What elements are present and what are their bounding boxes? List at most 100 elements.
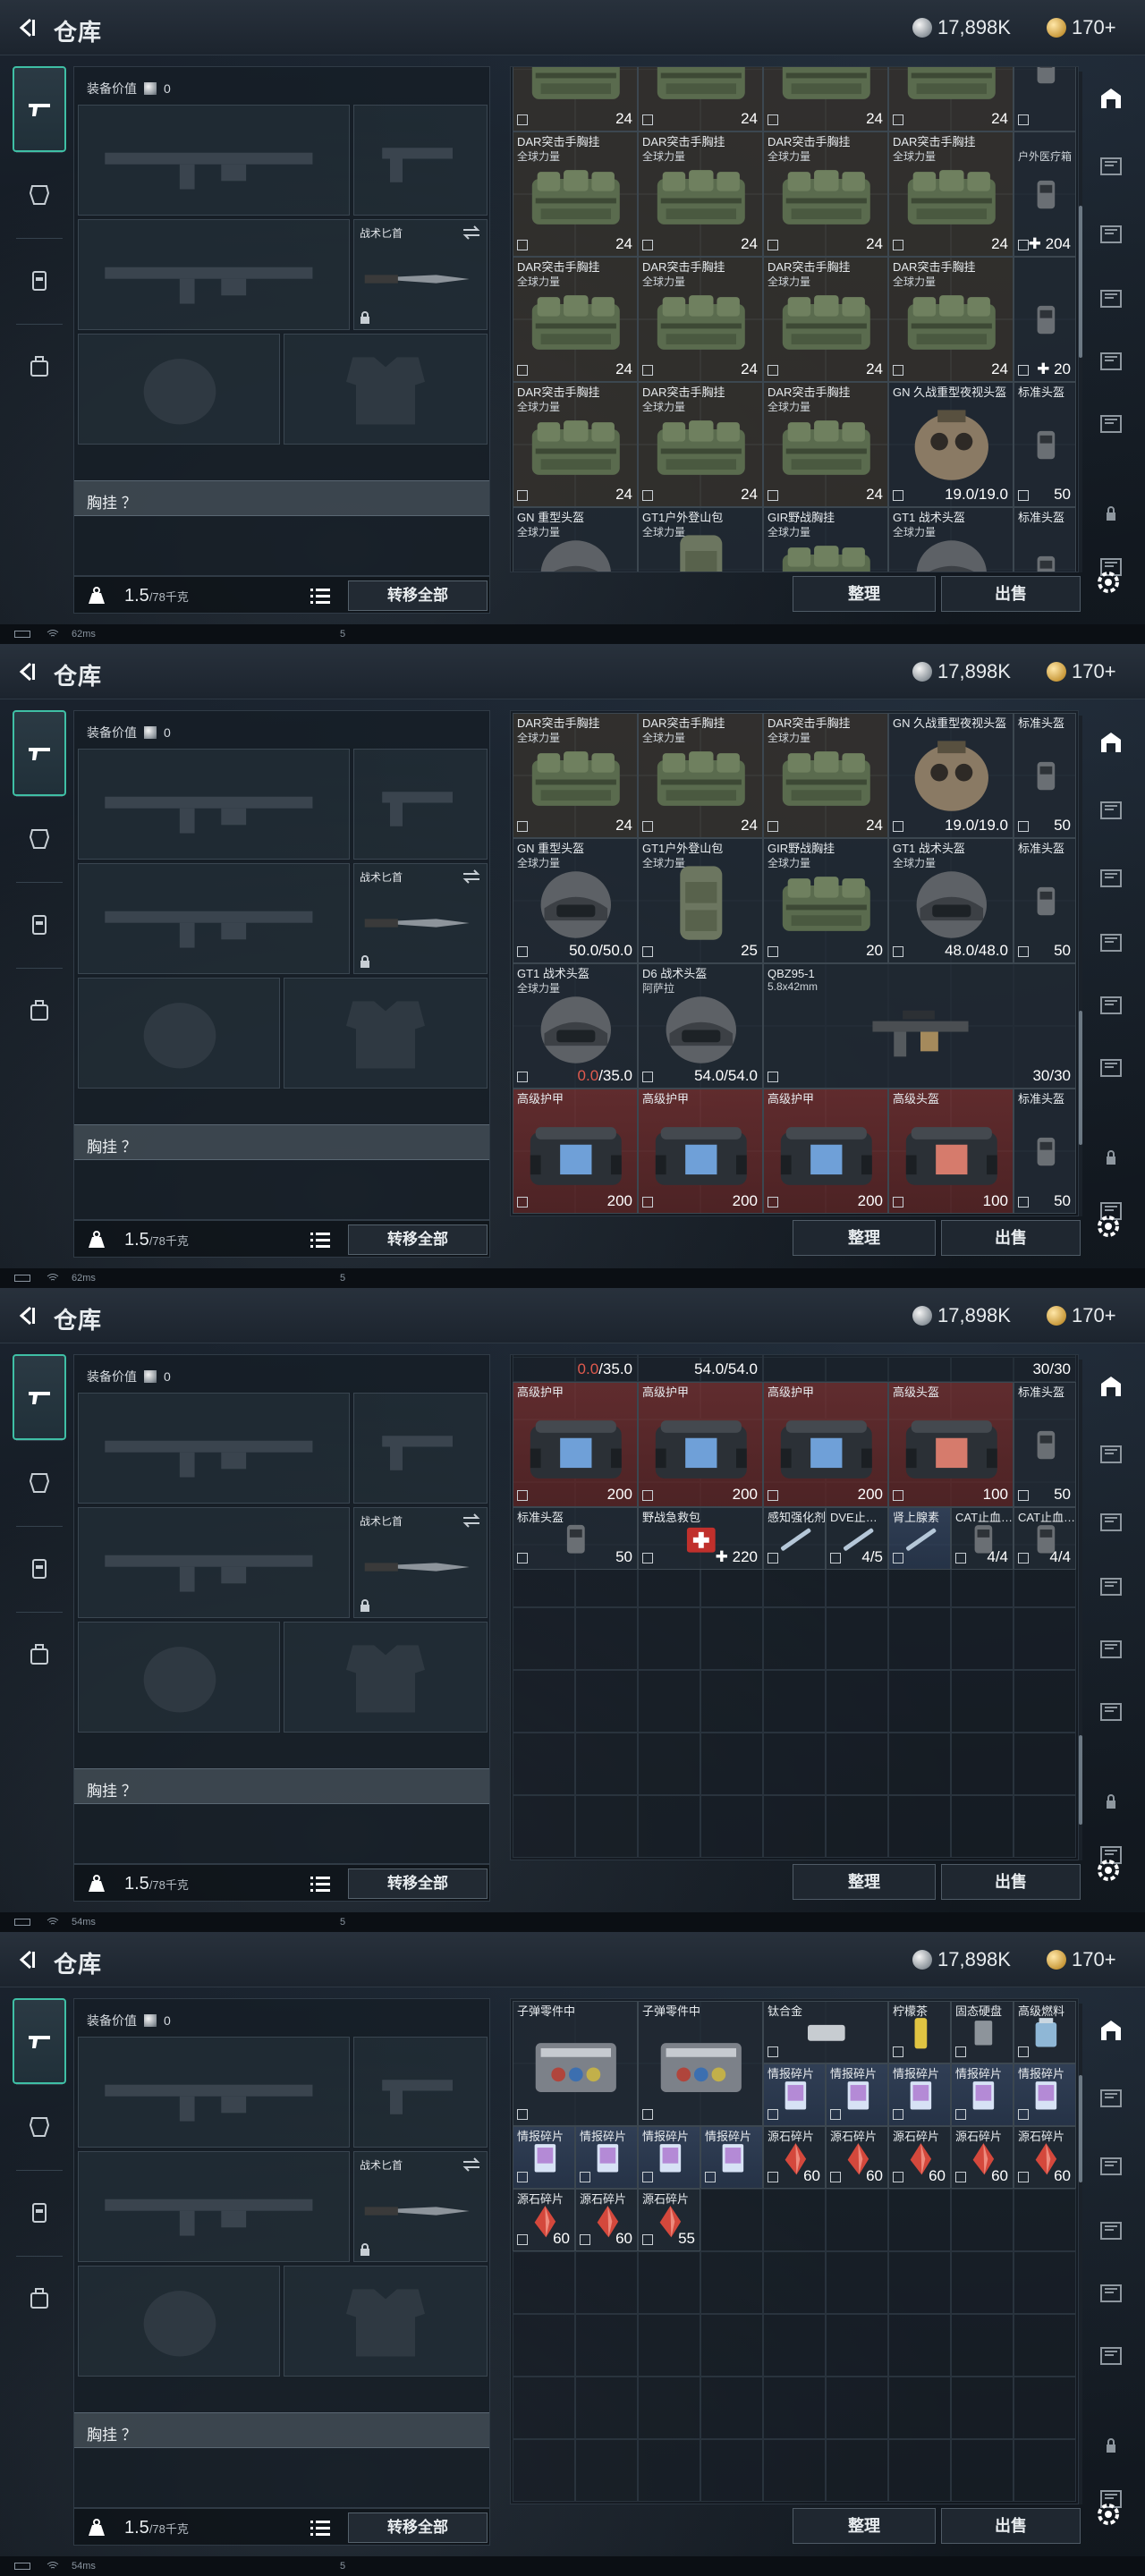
storage-tab-0[interactable]: [1093, 1368, 1129, 1404]
sort-button[interactable]: 整理: [793, 1220, 936, 1256]
storage-tab-1[interactable]: [1093, 148, 1129, 184]
storage-tab-0[interactable]: [1093, 2012, 1129, 2048]
inventory-item[interactable]: 情报碎片: [638, 2126, 700, 2189]
primary-weapon-slot[interactable]: [78, 749, 350, 860]
settings-button[interactable]: [1093, 1855, 1124, 1885]
inventory-item[interactable]: 情报碎片: [513, 2126, 575, 2189]
storage-tab-3[interactable]: [1093, 1569, 1129, 1605]
settings-button[interactable]: [1093, 1211, 1124, 1241]
nav-tab-vest[interactable]: [13, 238, 66, 324]
secondary-weapon-slot[interactable]: [78, 2151, 350, 2262]
storage-tab-2[interactable]: [1093, 2148, 1129, 2184]
inventory-item[interactable]: 高级护甲 200: [763, 1089, 888, 1214]
inventory-item[interactable]: 高级燃料: [1014, 2001, 1076, 2063]
pistol-slot[interactable]: [353, 2037, 488, 2148]
sell-button[interactable]: 出售: [941, 1864, 1081, 1900]
inventory-item[interactable]: 源石碎片 60: [513, 2189, 575, 2251]
pistol-slot[interactable]: [353, 105, 488, 216]
nav-tab-backpack[interactable]: [13, 324, 66, 410]
storage-tab-3[interactable]: [1093, 925, 1129, 961]
nav-tab-armor[interactable]: [13, 796, 66, 882]
inventory-item[interactable]: GN 重型头盔 全球力量: [513, 507, 638, 572]
inventory-item[interactable]: GT1 战术头盔 全球力量: [888, 507, 1014, 572]
inventory-item[interactable]: 标准头盔 50: [1014, 1089, 1076, 1214]
inventory-item[interactable]: GN 久战重型夜视头盔 19.0/19.0: [888, 713, 1014, 838]
armor-slot[interactable]: [284, 334, 488, 445]
inventory-item[interactable]: 标准头盔 50: [1014, 713, 1076, 838]
inventory-item[interactable]: DAR突击手胸挂 全球力量 24: [763, 713, 888, 838]
sell-button[interactable]: 出售: [941, 576, 1081, 612]
inventory-item[interactable]: CAT止血… 4/4: [951, 1507, 1014, 1570]
storage-tab-0[interactable]: [1093, 80, 1129, 116]
storage-tab-5[interactable]: [1093, 1050, 1129, 1086]
inventory-item[interactable]: 标准头盔 50: [1014, 1382, 1076, 1507]
knife-slot[interactable]: 战术匕首: [353, 863, 488, 974]
inventory-item[interactable]: CAT止血… 4/4: [1014, 1507, 1076, 1570]
secondary-weapon-slot[interactable]: [78, 219, 350, 330]
nav-tab-weapon[interactable]: [13, 66, 66, 152]
inventory-item[interactable]: 情报碎片: [575, 2126, 638, 2189]
nav-tab-weapon[interactable]: [13, 1998, 66, 2084]
nav-tab-armor[interactable]: [13, 1440, 66, 1526]
storage-tab-2[interactable]: [1093, 860, 1129, 896]
storage-tab-4[interactable]: [1093, 343, 1129, 379]
back-button[interactable]: [13, 13, 43, 43]
inventory-item[interactable]: DAR突击手胸挂 全球力量 24: [638, 257, 763, 382]
transfer-all-button[interactable]: 转移全部: [348, 580, 488, 611]
nav-tab-backpack[interactable]: [13, 2256, 66, 2342]
list-view-icon[interactable]: [310, 587, 330, 605]
armor-slot[interactable]: [284, 1622, 488, 1733]
swap-icon[interactable]: [462, 2157, 481, 2172]
secondary-weapon-slot[interactable]: [78, 1507, 350, 1618]
list-view-icon[interactable]: [310, 1875, 330, 1893]
helmet-slot[interactable]: [78, 1622, 280, 1733]
knife-slot[interactable]: 战术匕首: [353, 219, 488, 330]
inventory-item[interactable]: D6 战术头盔 阿萨拉 54.0/54.0: [638, 963, 763, 1089]
transfer-all-button[interactable]: 转移全部: [348, 1868, 488, 1899]
inventory-item[interactable]: 高级护甲 200: [763, 1382, 888, 1507]
storage-tab-5[interactable]: [1093, 406, 1129, 442]
storage-tab-4[interactable]: [1093, 1631, 1129, 1667]
inventory-item[interactable]: DAR突击手胸挂 全球力量 24: [638, 713, 763, 838]
sort-button[interactable]: 整理: [793, 1864, 936, 1900]
pistol-slot[interactable]: [353, 1393, 488, 1504]
inventory-item[interactable]: 标准头盔 50: [1014, 382, 1076, 507]
scrollbar-thumb[interactable]: [1079, 206, 1082, 358]
inventory-item[interactable]: DAR突击手胸挂 全球力量 24: [763, 257, 888, 382]
inventory-item[interactable]: GIR野战胸挂 全球力量 20: [763, 838, 888, 963]
inventory-item[interactable]: 24: [888, 67, 1014, 131]
sell-button[interactable]: 出售: [941, 1220, 1081, 1256]
helmet-slot[interactable]: [78, 978, 280, 1089]
transfer-all-button[interactable]: 转移全部: [348, 1224, 488, 1255]
inventory-item[interactable]: DAR突击手胸挂 全球力量 24: [888, 257, 1014, 382]
inventory-item[interactable]: GT1 战术头盔 全球力量 48.0/48.0: [888, 838, 1014, 963]
inventory-item[interactable]: 野战急救包 ✚ 220: [638, 1507, 763, 1570]
inventory-item[interactable]: 标准头盔 50: [513, 1507, 638, 1570]
swap-icon[interactable]: [462, 225, 481, 240]
inventory-item[interactable]: DAR突击手胸挂 全球力量 24: [763, 131, 888, 257]
list-view-icon[interactable]: [310, 1231, 330, 1249]
inventory-item[interactable]: GN 久战重型夜视头盔 19.0/19.0: [888, 382, 1014, 507]
storage-tab-4[interactable]: [1093, 2275, 1129, 2311]
inventory-item[interactable]: QBZ95-1 5.8x42mm 30/30: [763, 963, 1076, 1089]
inventory-item[interactable]: DAR突击手胸挂 全球力量 24: [638, 131, 763, 257]
chest-rig-bar[interactable]: 胸挂 ？: [74, 1768, 489, 1804]
inventory-item[interactable]: 标准头盔 50: [1014, 838, 1076, 963]
storage-tab-5[interactable]: [1093, 1694, 1129, 1730]
inventory-item[interactable]: 54.0/54.0: [638, 1355, 763, 1382]
chest-rig-bar[interactable]: 胸挂 ？: [74, 480, 489, 516]
pistol-slot[interactable]: [353, 749, 488, 860]
storage-tab-3[interactable]: [1093, 2213, 1129, 2249]
inventory-item[interactable]: 子弹零件中: [513, 2001, 638, 2126]
inventory-item[interactable]: 高级护甲 200: [513, 1382, 638, 1507]
inventory-item[interactable]: 30/30: [763, 1355, 1076, 1382]
inventory-item[interactable]: 肾上腺素: [888, 1507, 951, 1570]
inventory-item[interactable]: 户外医疗箱 ✚ 204: [1014, 131, 1076, 257]
inventory-item[interactable]: 子弹零件中: [638, 2001, 763, 2126]
settings-button[interactable]: [1093, 2499, 1124, 2529]
nav-tab-vest[interactable]: [13, 2170, 66, 2256]
scrollbar-thumb[interactable]: [1079, 1011, 1082, 1145]
inventory-item[interactable]: GT1户外登山包 全球力量 25: [638, 838, 763, 963]
primary-weapon-slot[interactable]: [78, 105, 350, 216]
inventory-item[interactable]: DAR突击手胸挂 全球力量 24: [513, 257, 638, 382]
